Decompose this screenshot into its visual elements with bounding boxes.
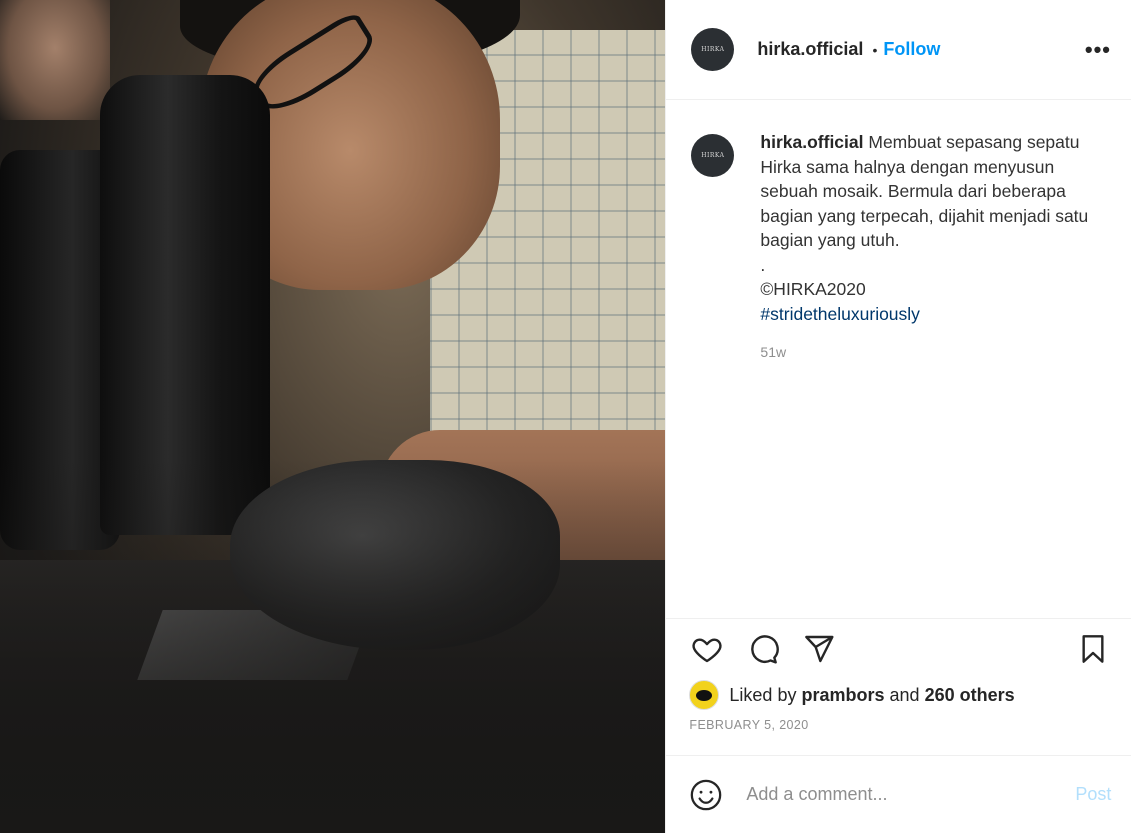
bookmark-icon[interactable]	[1075, 631, 1111, 667]
comment-bar: Post	[666, 755, 1131, 833]
post-photo[interactable]	[0, 0, 666, 833]
post-header: HIRKA hirka.official • Follow •••	[666, 0, 1131, 100]
action-bar	[666, 618, 1131, 678]
caption-avatar[interactable]: HIRKA	[691, 134, 735, 177]
comment-input[interactable]	[744, 783, 1076, 806]
header-separator: •	[872, 41, 878, 58]
post-date[interactable]: FEBRUARY 5, 2020	[666, 718, 1131, 746]
first-liker-link[interactable]: prambors	[801, 685, 884, 706]
caption-dot-line: .	[760, 254, 766, 275]
avatar-logo-text: HIRKA	[701, 46, 725, 53]
caption-age[interactable]: 51w	[760, 340, 1100, 365]
paper-plane-icon[interactable]	[801, 631, 837, 667]
more-options-icon[interactable]: •••	[1085, 37, 1111, 63]
likes-connector: and	[889, 684, 920, 705]
author-username[interactable]: hirka.official	[757, 39, 863, 60]
others-likes-link[interactable]: 260 others	[925, 685, 1015, 706]
liker-avatar[interactable]	[689, 680, 720, 710]
follow-button[interactable]: Follow	[883, 39, 940, 60]
caption-area: HIRKA hirka.official Membuat sepasang se…	[666, 100, 1131, 618]
author-avatar[interactable]: HIRKA	[691, 28, 735, 71]
caption-avatar-logo-text: HIRKA	[701, 152, 725, 159]
caption-hashtag[interactable]: #stridetheluxuriously	[760, 302, 1100, 327]
likes-summary: Liked by prambors and 260 others	[666, 678, 1131, 712]
liker-logo-icon	[696, 689, 713, 701]
caption-copyright: ©HIRKA2020	[760, 279, 866, 299]
likes-prefix: Liked by	[729, 684, 797, 705]
post-comment-button[interactable]: Post	[1075, 784, 1111, 805]
caption: hirka.official Membuat sepasang sepatu H…	[760, 130, 1100, 618]
comment-icon[interactable]	[745, 631, 781, 667]
smiley-icon[interactable]	[689, 778, 723, 812]
post-side-panel: HIRKA hirka.official • Follow ••• HIRKA …	[665, 0, 1131, 833]
instagram-post: HIRKA hirka.official • Follow ••• HIRKA …	[0, 0, 1131, 833]
photo-shade	[0, 0, 666, 833]
caption-username[interactable]: hirka.official	[760, 132, 863, 152]
heart-icon[interactable]	[689, 631, 725, 667]
